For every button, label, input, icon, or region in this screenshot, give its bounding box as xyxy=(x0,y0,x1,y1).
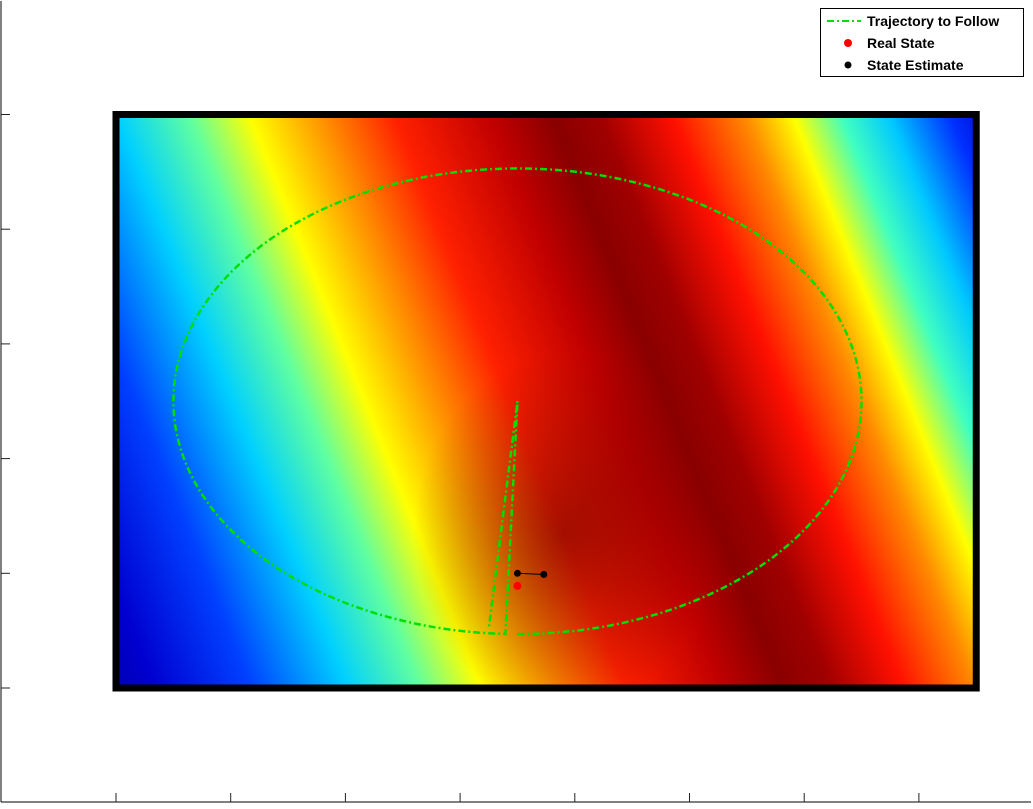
real-state-marker xyxy=(513,581,522,590)
plot-svg xyxy=(0,1,1031,803)
legend-label-trajectory: Trajectory to Follow xyxy=(867,13,1000,29)
legend-entry-trajectory: Trajectory to Follow xyxy=(821,11,1025,31)
legend-swatch-state-estimate xyxy=(844,61,852,69)
legend-entry-state-estimate: State Estimate xyxy=(821,55,1025,75)
legend-label-real-state: Real State xyxy=(867,35,935,51)
legend-entry-real-state: Real State xyxy=(821,33,1025,53)
state-estimate-marker xyxy=(540,570,548,578)
legend: Trajectory to Follow Real State State Es… xyxy=(820,8,1024,77)
heatmap-field xyxy=(116,114,977,688)
plot-figure: Trajectory to Follow Real State State Es… xyxy=(0,0,1033,804)
state-estimate-marker xyxy=(513,569,521,577)
heatmap-core-shade xyxy=(413,353,714,688)
legend-swatch-trajectory xyxy=(827,20,861,22)
legend-swatch-real-state xyxy=(844,39,852,47)
legend-label-state-estimate: State Estimate xyxy=(867,57,964,73)
